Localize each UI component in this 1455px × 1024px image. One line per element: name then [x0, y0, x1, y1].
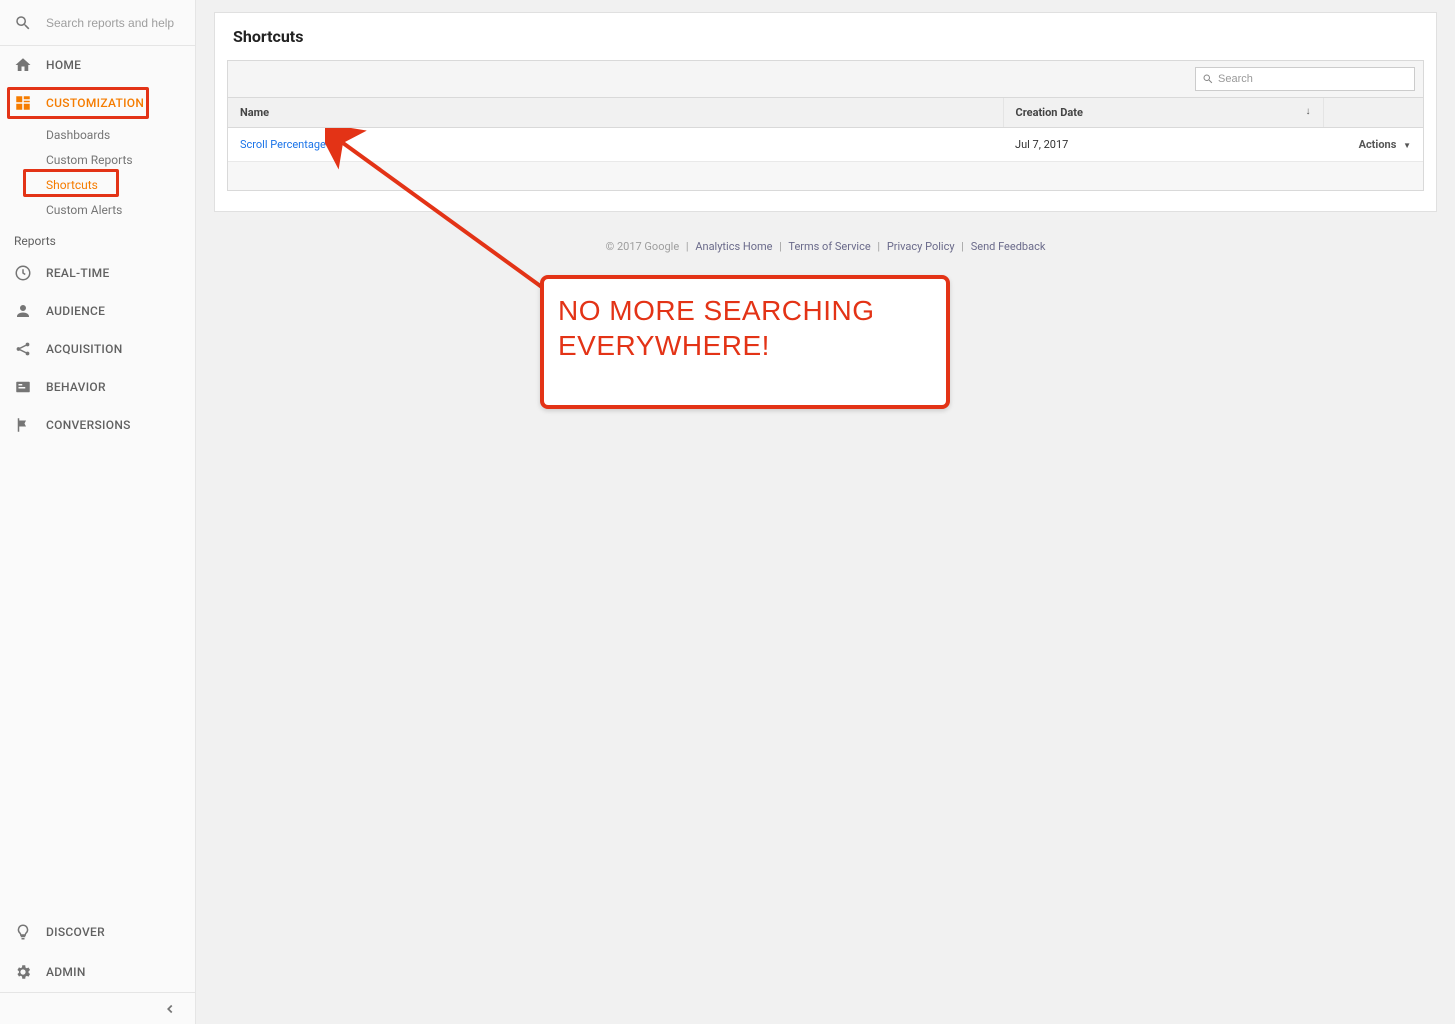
flag-icon: [14, 416, 32, 434]
shortcut-date: Jul 7, 2017: [1003, 128, 1323, 162]
subnav-custom-alerts[interactable]: Custom Alerts: [0, 197, 195, 222]
row-actions-label: Actions: [1359, 138, 1397, 151]
shortcuts-table: Name Creation Date ↓ Scroll Percentage J…: [228, 98, 1423, 190]
nav-customization-label: CUSTOMIZATION: [46, 96, 144, 110]
panel-title: Shortcuts: [215, 27, 1436, 60]
sort-arrow-down-icon: ↓: [1306, 106, 1311, 117]
footer-feedback[interactable]: Send Feedback: [971, 240, 1046, 253]
subnav-shortcuts[interactable]: Shortcuts: [0, 172, 195, 197]
sidebar-search[interactable]: [0, 0, 195, 46]
gear-icon: [14, 963, 32, 981]
column-creation-date[interactable]: Creation Date ↓: [1003, 98, 1323, 128]
nav-home-label: HOME: [46, 58, 81, 72]
sidebar-search-input[interactable]: [46, 16, 201, 30]
lightbulb-icon: [14, 923, 32, 941]
column-actions: [1323, 98, 1423, 128]
footer: © 2017 Google | Analytics Home | Terms o…: [196, 230, 1455, 271]
footer-terms[interactable]: Terms of Service: [788, 240, 870, 253]
search-icon: [14, 14, 32, 32]
customization-icon: [14, 94, 32, 112]
table-search-input[interactable]: [1218, 73, 1408, 85]
subnav-custom-reports[interactable]: Custom Reports: [0, 147, 195, 172]
nav-audience-label: AUDIENCE: [46, 304, 105, 318]
shortcuts-table-container: Name Creation Date ↓ Scroll Percentage J…: [227, 60, 1424, 191]
nav-behavior[interactable]: BEHAVIOR: [0, 368, 195, 406]
nav-acquisition[interactable]: ACQUISITION: [0, 330, 195, 368]
nav-conversions-label: CONVERSIONS: [46, 418, 131, 432]
footer-copyright: © 2017 Google: [606, 240, 680, 253]
shortcut-link[interactable]: Scroll Percentage: [240, 138, 326, 151]
shortcuts-panel: Shortcuts Name Creati: [214, 12, 1437, 212]
column-date-label: Creation Date: [1016, 106, 1083, 119]
behavior-icon: [14, 378, 32, 396]
person-icon: [14, 302, 32, 320]
nav-home[interactable]: HOME: [0, 46, 195, 84]
subnav-dashboards[interactable]: Dashboards: [0, 122, 195, 147]
nav-conversions[interactable]: CONVERSIONS: [0, 406, 195, 444]
home-icon: [14, 56, 32, 74]
table-search[interactable]: [1195, 67, 1415, 91]
nav-behavior-label: BEHAVIOR: [46, 380, 106, 394]
nav-customization[interactable]: CUSTOMIZATION: [0, 84, 195, 122]
nav-audience[interactable]: AUDIENCE: [0, 292, 195, 330]
nav-discover[interactable]: DISCOVER: [0, 912, 195, 952]
table-row: Scroll Percentage Jul 7, 2017 Actions ▼: [228, 128, 1423, 162]
reports-label: Reports: [0, 222, 195, 254]
clock-icon: [14, 264, 32, 282]
nav-admin[interactable]: ADMIN: [0, 952, 195, 992]
annotation-text: NO MORE SEARCHING EVERYWHERE!: [558, 295, 875, 361]
footer-analytics-home[interactable]: Analytics Home: [695, 240, 772, 253]
search-icon: [1202, 73, 1214, 85]
sidebar-collapse[interactable]: [0, 992, 195, 1024]
nav-realtime-label: REAL-TIME: [46, 266, 110, 280]
column-name-label: Name: [240, 106, 269, 119]
nav-discover-label: DISCOVER: [46, 925, 105, 939]
chevron-left-icon: [163, 1002, 177, 1016]
table-empty-row: [228, 162, 1423, 190]
main-content: Shortcuts Name Creati: [196, 0, 1455, 1024]
nav-admin-label: ADMIN: [46, 965, 86, 979]
nav-acquisition-label: ACQUISITION: [46, 342, 123, 356]
nav-realtime[interactable]: REAL-TIME: [0, 254, 195, 292]
row-actions-menu[interactable]: Actions ▼: [1359, 138, 1411, 151]
annotation-callout: NO MORE SEARCHING EVERYWHERE!: [540, 275, 950, 409]
share-icon: [14, 340, 32, 358]
table-search-row: [228, 61, 1423, 98]
column-name[interactable]: Name: [228, 98, 1003, 128]
sidebar: HOME CUSTOMIZATION Dashboards Custom Rep…: [0, 0, 196, 1024]
footer-privacy[interactable]: Privacy Policy: [887, 240, 955, 253]
caret-down-icon: ▼: [1403, 141, 1411, 150]
